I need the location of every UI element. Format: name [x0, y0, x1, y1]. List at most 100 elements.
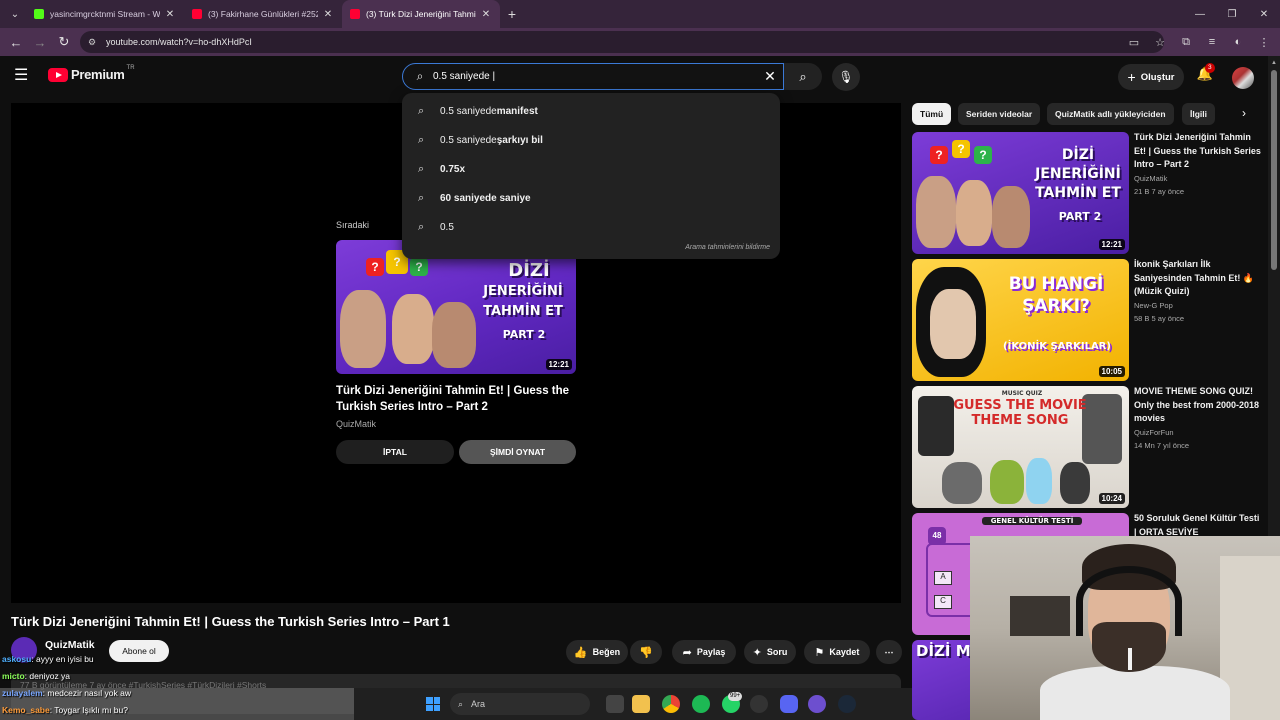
logo-text: Premium [71, 67, 125, 82]
related-channel[interactable]: New-G Pop [1134, 301, 1173, 310]
account-avatar[interactable] [1232, 67, 1254, 89]
tab-close-icon[interactable]: ✕ [480, 9, 492, 20]
report-predictions-link[interactable]: Arama tahminlerini bildirme [685, 244, 770, 251]
bookmark-star-icon[interactable]: ☆ [1150, 30, 1170, 54]
play-now-button[interactable]: ŞİMDİ OYNAT [459, 440, 576, 464]
tab-turk-dizi[interactable]: (3) Türk Dizi Jeneriğini Tahmin E ✕ [342, 0, 500, 28]
save-button[interactable]: ⚑ Kaydet [804, 640, 870, 664]
voice-search-mic-icon[interactable]: 🎙 [832, 63, 860, 91]
forward-icon[interactable]: → [28, 30, 52, 54]
search-icon: ⌕ [418, 105, 425, 117]
reload-icon[interactable]: ↻ [52, 30, 76, 54]
close-window-icon[interactable]: ✕ [1248, 0, 1280, 28]
chrome-icon[interactable] [662, 695, 680, 713]
hamburger-menu-icon[interactable]: ☰ [14, 66, 34, 86]
chip-uploader[interactable]: QuizMatik adlı yükleyiciden [1047, 103, 1174, 125]
related-title[interactable]: 50 Soruluk Genel Kültür Testi | ORTA SEV… [1134, 512, 1262, 539]
chat-user: zulayalem [2, 688, 43, 698]
scrollbar-thumb[interactable] [1271, 70, 1277, 270]
character-figure [942, 462, 982, 504]
search-icon: ⌕ [416, 69, 424, 83]
search-input[interactable]: ⌕ 0.5 saniyede | ✕ [402, 63, 784, 90]
obs-icon[interactable] [808, 695, 826, 713]
file-explorer-icon[interactable] [632, 695, 650, 713]
suggestion-prefix: 0.5 saniyede [440, 135, 497, 146]
related-thumbnail[interactable]: MUSIC QUIZ GUESS THE MOVIE THEME SONG 10… [912, 386, 1129, 508]
tab-search-icon[interactable]: ⌄ [4, 5, 26, 23]
suggestion-completion: şarkıyı bil [496, 135, 543, 146]
share-arrow-icon: ➦ [682, 646, 692, 659]
chat-text: : Toygar Işıklı mı bu? [49, 705, 128, 715]
minimize-icon[interactable]: — [1184, 0, 1216, 28]
chip-related[interactable]: İlgili [1182, 103, 1215, 125]
clear-search-icon[interactable]: ✕ [757, 68, 783, 85]
windows-start-icon[interactable] [426, 697, 440, 711]
related-channel[interactable]: QuizMatik [1134, 174, 1167, 183]
suggestion-item[interactable]: ⌕ 0.5 saniyede manifest [402, 97, 780, 126]
duration-badge: 12:21 [1098, 239, 1125, 250]
kebab-menu-icon[interactable]: ⋮ [1254, 30, 1274, 54]
thumb-title-line2: JENERİĞİNİ [483, 284, 563, 299]
chat-text: : deniyoz ya [24, 671, 71, 681]
question-bubble-icon: ? [930, 146, 948, 164]
related-channel[interactable]: QuizForFun [1134, 428, 1174, 437]
like-button[interactable]: 👍 Beğen [566, 640, 628, 664]
tab-close-icon[interactable]: ✕ [322, 9, 334, 20]
scroll-up-arrow-icon[interactable]: ▲ [1271, 60, 1277, 66]
suggestion-item[interactable]: ⌕ 0.5 saniyede şarkıyı bil [402, 126, 780, 155]
dislike-button[interactable]: 👎 [630, 640, 662, 664]
task-view-icon[interactable] [606, 695, 624, 713]
channel-name[interactable]: QuizMatik [45, 639, 95, 651]
tab-fakirhane[interactable]: (3) Fakirhane Günlükleri #252 | ✕ [184, 0, 342, 28]
restore-icon[interactable]: ❐ [1216, 0, 1248, 28]
tab-kick-stream[interactable]: yasincimgrcktnmi Stream - Watch ✕ [26, 0, 184, 28]
address-bar[interactable]: ⚙ youtube.com/watch?v=ho-dhXHdPcI [80, 31, 1164, 53]
related-thumbnail[interactable]: ? ? ? DİZİ JENERİĞİNİ TAHMİN ET PART 2 1… [912, 132, 1129, 254]
related-title[interactable]: Türk Dizi Jeneriğini Tahmin Et! | Guess … [1134, 131, 1262, 172]
chevron-right-icon[interactable]: › [1236, 106, 1252, 122]
cancel-autoplay-button[interactable]: İPTAL [336, 440, 454, 464]
toolbar-actions: ▭ ☆ ⧉ ≡ ◐ ⋮ [1124, 30, 1274, 54]
suggestion-prefix: 0.5 saniyede [440, 106, 497, 117]
suggestion-item[interactable]: ⌕ 0.5 [402, 213, 780, 242]
suggestion-item[interactable]: ⌕ 0.75x [402, 155, 780, 184]
more-actions-button[interactable]: ⋯ [876, 640, 902, 664]
tab-close-icon[interactable]: ✕ [164, 9, 176, 20]
character-figure [918, 396, 954, 456]
related-title[interactable]: İkonik Şarkıları İlk Saniyesinden Tahmin… [1134, 258, 1262, 299]
create-button[interactable]: + Oluştur [1118, 64, 1184, 90]
site-info-icon[interactable]: ⚙ [88, 37, 100, 48]
new-tab-icon[interactable]: + [500, 6, 524, 22]
question-bubble-icon: ? [974, 146, 992, 164]
steam-icon[interactable] [838, 695, 856, 713]
cast-icon[interactable]: ▭ [1124, 30, 1144, 54]
recorder-icon[interactable] [750, 695, 768, 713]
notifications-bell-icon[interactable]: 🔔 3 [1195, 63, 1215, 86]
related-title[interactable]: MOVIE THEME SONG QUIZ! Only the best fro… [1134, 385, 1262, 426]
ask-label: Soru [766, 647, 788, 657]
media-controls-icon[interactable]: ≡ [1202, 30, 1222, 54]
discord-icon[interactable] [780, 695, 798, 713]
duration-badge: 10:05 [1098, 366, 1125, 377]
taskbar-search[interactable]: ⌕ Ara [450, 693, 590, 715]
search-button[interactable]: ⌕ [784, 63, 822, 90]
suggestion-completion: 0.75x [440, 164, 466, 175]
suggestion-item[interactable]: ⌕ 60 saniyede saniye [402, 184, 780, 213]
up-next-thumbnail[interactable]: ? ? ? DİZİ JENERİĞİNİ TAHMİN ET PART 2 1… [336, 240, 576, 374]
up-next-title[interactable]: Türk Dizi Jeneriğini Tahmin Et! | Guess … [336, 383, 586, 415]
extensions-icon[interactable]: ⧉ [1176, 30, 1196, 54]
share-button[interactable]: ➦ Paylaş [672, 640, 736, 664]
search-icon: ⌕ [418, 192, 425, 204]
youtube-premium-logo[interactable]: Premium TR [48, 65, 135, 82]
search-icon: ⌕ [418, 134, 425, 146]
ask-button[interactable]: ✦ Soru [744, 640, 796, 664]
related-thumbnail[interactable]: BU HANGİ ŞARKI? (İKONİK ŞARKILAR) 10:05 [912, 259, 1129, 381]
browser-toolbar: ← → ↻ ⚙ youtube.com/watch?v=ho-dhXHdPcI … [0, 28, 1280, 56]
chip-series[interactable]: Seriden videolar [958, 103, 1041, 125]
search-value: 0.5 saniyede | [433, 71, 496, 82]
spotify-icon[interactable] [692, 695, 710, 713]
profile-icon[interactable]: ◐ [1228, 30, 1248, 54]
chip-all[interactable]: Tümü [912, 103, 952, 125]
up-next-channel[interactable]: QuizMatik [336, 419, 376, 429]
back-icon[interactable]: ← [4, 30, 28, 54]
